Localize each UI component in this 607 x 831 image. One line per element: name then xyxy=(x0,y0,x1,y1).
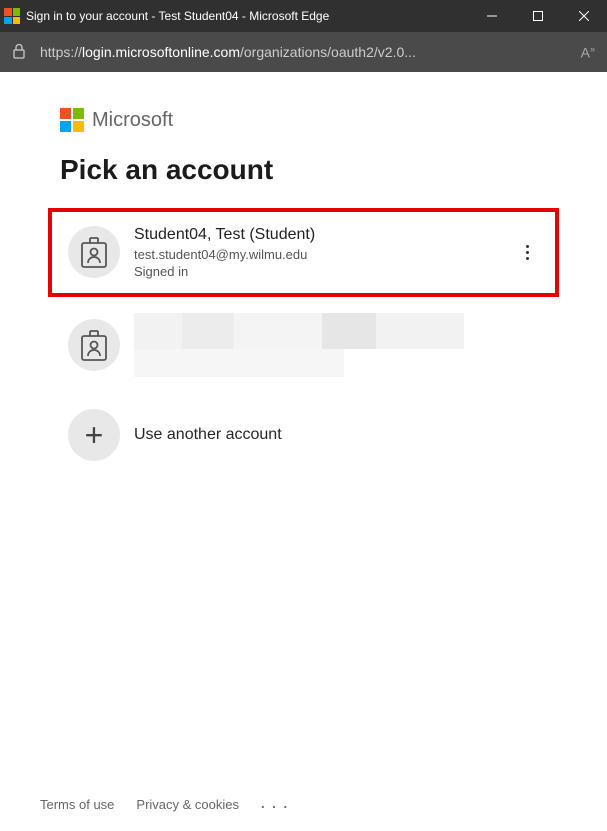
account-option-secondary[interactable] xyxy=(60,309,547,381)
close-button[interactable] xyxy=(561,0,607,32)
footer: Terms of use Privacy & cookies . . . xyxy=(0,796,607,831)
plus-icon: + xyxy=(68,409,120,461)
account-name: Student04, Test (Student) xyxy=(134,224,501,246)
use-another-label: Use another account xyxy=(134,426,282,444)
page-title: Pick an account xyxy=(60,154,547,186)
more-options-button[interactable] xyxy=(515,237,539,268)
terms-link[interactable]: Terms of use xyxy=(40,797,114,812)
microsoft-logo-icon xyxy=(60,108,84,132)
footer-more-button[interactable]: . . . xyxy=(261,796,289,813)
redacted-account-info xyxy=(134,313,539,377)
url-text: https://login.microsoftonline.com/organi… xyxy=(40,44,567,60)
minimize-button[interactable] xyxy=(469,0,515,32)
account-option-primary[interactable]: Student04, Test (Student) test.student04… xyxy=(48,208,559,297)
window-titlebar: Sign in to your account - Test Student04… xyxy=(0,0,607,32)
maximize-button[interactable] xyxy=(515,0,561,32)
address-bar[interactable]: https://login.microsoftonline.com/organi… xyxy=(0,32,607,72)
window-controls xyxy=(469,0,607,32)
main-content: Microsoft Pick an account Student04, Tes… xyxy=(0,72,607,796)
read-aloud-icon[interactable]: A» xyxy=(581,44,595,61)
use-another-account-button[interactable]: + Use another account xyxy=(60,397,547,473)
account-info: Student04, Test (Student) test.student04… xyxy=(134,224,501,281)
lock-icon xyxy=(12,43,26,62)
microsoft-brand: Microsoft xyxy=(60,108,547,132)
window-title: Sign in to your account - Test Student04… xyxy=(26,9,469,23)
brand-text: Microsoft xyxy=(92,109,173,132)
account-status: Signed in xyxy=(134,263,501,281)
badge-icon xyxy=(68,226,120,278)
account-email: test.student04@my.wilmu.edu xyxy=(134,246,501,264)
badge-icon xyxy=(68,319,120,371)
microsoft-logo-icon xyxy=(4,8,20,24)
privacy-link[interactable]: Privacy & cookies xyxy=(136,797,239,812)
